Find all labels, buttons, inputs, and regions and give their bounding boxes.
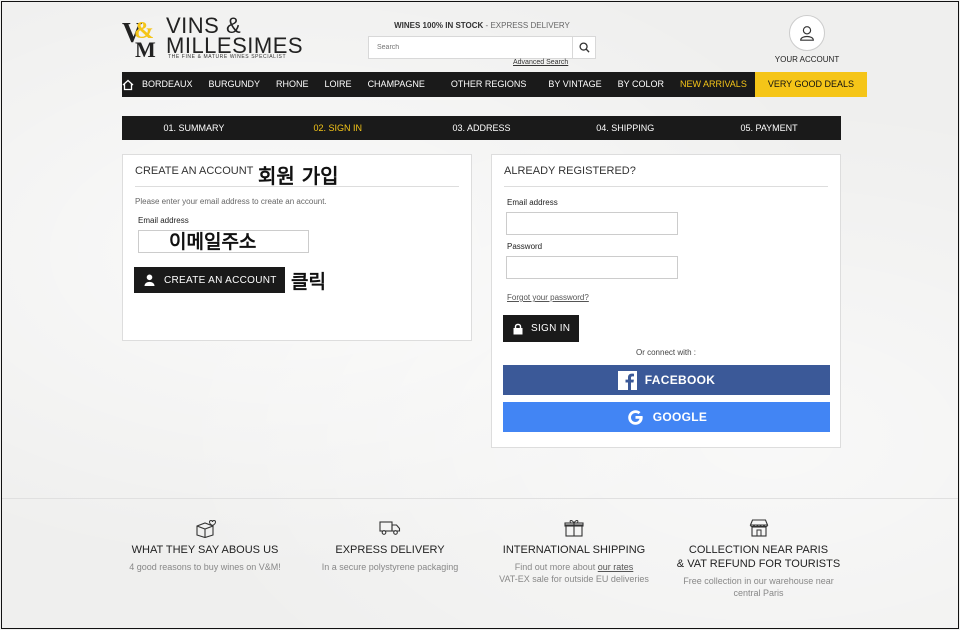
feature-desc: Find out more about our rates VAT-EX sal… <box>484 561 664 585</box>
google-login-button[interactable]: GOOGLE <box>503 402 830 432</box>
step-shipping: 04. SHIPPING <box>596 123 655 133</box>
create-account-title: CREATE AN ACCOUNT <box>135 165 254 177</box>
nav-home[interactable] <box>122 72 134 97</box>
logo-wordmark: VINS & MILLESIMES <box>166 15 304 58</box>
sign-in-button[interactable]: SIGN IN <box>503 315 579 342</box>
create-account-button[interactable]: CREATE AN ACCOUNT <box>134 267 285 293</box>
logo-line2: MILLESIMES <box>166 33 304 58</box>
nav-item-by-vintage[interactable]: BY VINTAGE <box>540 72 609 97</box>
truck-icon <box>379 521 401 535</box>
panel-divider <box>504 186 828 187</box>
feature-desc-prefix: Find out more about <box>514 562 598 572</box>
feature-title-line1: COLLECTION NEAR PARIS <box>688 544 829 556</box>
sign-in-email-input[interactable] <box>506 212 678 235</box>
feature-testimonials[interactable]: WHAT THEY SAY ABOUS US 4 good reasons to… <box>115 518 295 573</box>
sign-in-password-input[interactable] <box>506 256 678 279</box>
search-button[interactable] <box>572 37 595 58</box>
feature-collection-icon-wrap <box>666 518 851 538</box>
user-icon <box>800 26 814 41</box>
create-account-panel: CREATE AN ACCOUNT 회원 가입 Please enter you… <box>122 154 472 341</box>
step-address: 03. ADDRESS <box>452 123 511 133</box>
create-account-note: Please enter your email address to creat… <box>135 197 327 206</box>
annotation-email: 이메일주소 <box>169 231 257 253</box>
step-payment: 05. PAYMENT <box>740 123 798 133</box>
sign-in-panel: ALREADY REGISTERED? Email address Passwo… <box>491 154 841 448</box>
nav-item-new-arrivals[interactable]: NEW ARRIVALS <box>672 72 755 97</box>
nav-item-very-good-deals[interactable]: VERY GOOD DEALS <box>754 72 868 97</box>
our-rates-link[interactable]: our rates <box>598 562 634 572</box>
feature-title: WHAT THEY SAY ABOUS US <box>131 544 279 556</box>
site-logo[interactable]: V & M VINS & MILLESIMES THE FINE & MATUR… <box>121 15 303 61</box>
user-icon <box>144 274 155 286</box>
feature-title: INTERNATIONAL SHIPPING <box>502 544 646 556</box>
forgot-password-link[interactable]: Forgot your password? <box>507 293 589 302</box>
nav-item-by-color[interactable]: BY COLOR <box>610 72 672 97</box>
feature-desc: 4 good reasons to buy wines on V&M! <box>129 562 281 572</box>
sign-in-button-label: SIGN IN <box>531 323 571 334</box>
step-summary[interactable]: 01. SUMMARY <box>122 123 266 133</box>
account-button[interactable]: YOUR ACCOUNT <box>772 15 842 64</box>
create-email-label: Email address <box>138 216 189 225</box>
feature-title: COLLECTION NEAR PARIS & VAT REFUND FOR T… <box>666 543 851 571</box>
create-account-button-label: CREATE AN ACCOUNT <box>164 274 277 286</box>
search-icon <box>578 42 590 53</box>
feature-title-line2: & VAT REFUND FOR TOURISTS <box>676 558 841 570</box>
sign-in-password-label: Password <box>507 242 543 251</box>
feature-desc: Free collection in our warehouse near ce… <box>666 575 851 599</box>
gift-box-icon <box>564 520 584 537</box>
page-frame: V & M VINS & MILLESIMES THE FINE & MATUR… <box>1 1 959 629</box>
checkout-steps: 01. SUMMARY 02. SIGN IN 03. ADDRESS 04. … <box>122 116 841 140</box>
feature-express-delivery[interactable]: EXPRESS DELIVERY In a secure polystyrene… <box>300 518 480 573</box>
nav-item-burgundy[interactable]: BURGUNDY <box>201 72 269 97</box>
sign-in-email-label: Email address <box>507 198 558 207</box>
feature-desc-line2: VAT-EX sale for outside EU deliveries <box>499 574 649 584</box>
feature-title: EXPRESS DELIVERY <box>335 544 445 556</box>
step-sign-in: 02. SIGN IN <box>313 123 362 133</box>
nav-item-champagne[interactable]: CHAMPAGNE <box>360 72 433 97</box>
shop-icon <box>749 519 768 537</box>
annotation-signup: 회원 가입 <box>258 164 339 188</box>
nav-item-loire[interactable]: LOIRE <box>317 72 360 97</box>
nav-item-bordeaux[interactable]: BORDEAUX <box>134 72 201 97</box>
search-input[interactable] <box>369 37 572 58</box>
svg-text:M: M <box>135 37 156 58</box>
account-avatar <box>789 15 825 51</box>
stock-banner: WINES 100% IN STOCK - EXPRESS DELIVERY <box>368 21 596 30</box>
stock-accent: - EXPRESS DELIVERY <box>483 21 570 30</box>
footer-divider <box>2 498 958 499</box>
panel-divider <box>135 186 459 187</box>
feature-desc-line2: central Paris <box>733 588 784 598</box>
facebook-button-label: FACEBOOK <box>644 373 716 387</box>
account-label: YOUR ACCOUNT <box>774 55 840 64</box>
lock-icon <box>513 323 523 334</box>
facebook-icon <box>617 370 637 390</box>
facebook-login-button[interactable]: FACEBOOK <box>503 365 830 395</box>
feature-testimonials-icon-wrap <box>115 518 295 538</box>
logo-tagline: THE FINE & MATURE WINES SPECIALIST <box>168 54 287 60</box>
google-button-label: GOOGLE <box>652 410 708 424</box>
feature-delivery-icon-wrap <box>300 518 480 538</box>
stock-main: WINES 100% IN STOCK <box>394 21 484 30</box>
google-icon <box>627 409 643 425</box>
feature-international-shipping[interactable]: INTERNATIONAL SHIPPING Find out more abo… <box>484 518 664 585</box>
main-nav: BORDEAUX BURGUNDY RHONE LOIRE CHAMPAGNE … <box>122 72 868 97</box>
home-icon <box>122 79 134 90</box>
sign-in-title: ALREADY REGISTERED? <box>504 165 636 177</box>
feature-collection-paris[interactable]: COLLECTION NEAR PARIS & VAT REFUND FOR T… <box>666 518 851 599</box>
nav-item-other-regions[interactable]: OTHER REGIONS <box>443 72 535 97</box>
feature-desc-line1: Free collection in our warehouse near <box>683 576 834 586</box>
box-heart-icon <box>196 520 216 538</box>
search-bar <box>368 36 596 59</box>
nav-item-rhone[interactable]: RHONE <box>268 72 317 97</box>
vm-logo-icon: V & M <box>122 18 156 58</box>
feature-desc: In a secure polystyrene packaging <box>321 562 459 572</box>
advanced-search-link[interactable]: Advanced Search <box>513 59 568 66</box>
feature-shipping-icon-wrap <box>484 518 664 538</box>
annotation-click: 클릭 <box>291 271 326 293</box>
connect-with-label: Or connect with : <box>635 348 697 357</box>
